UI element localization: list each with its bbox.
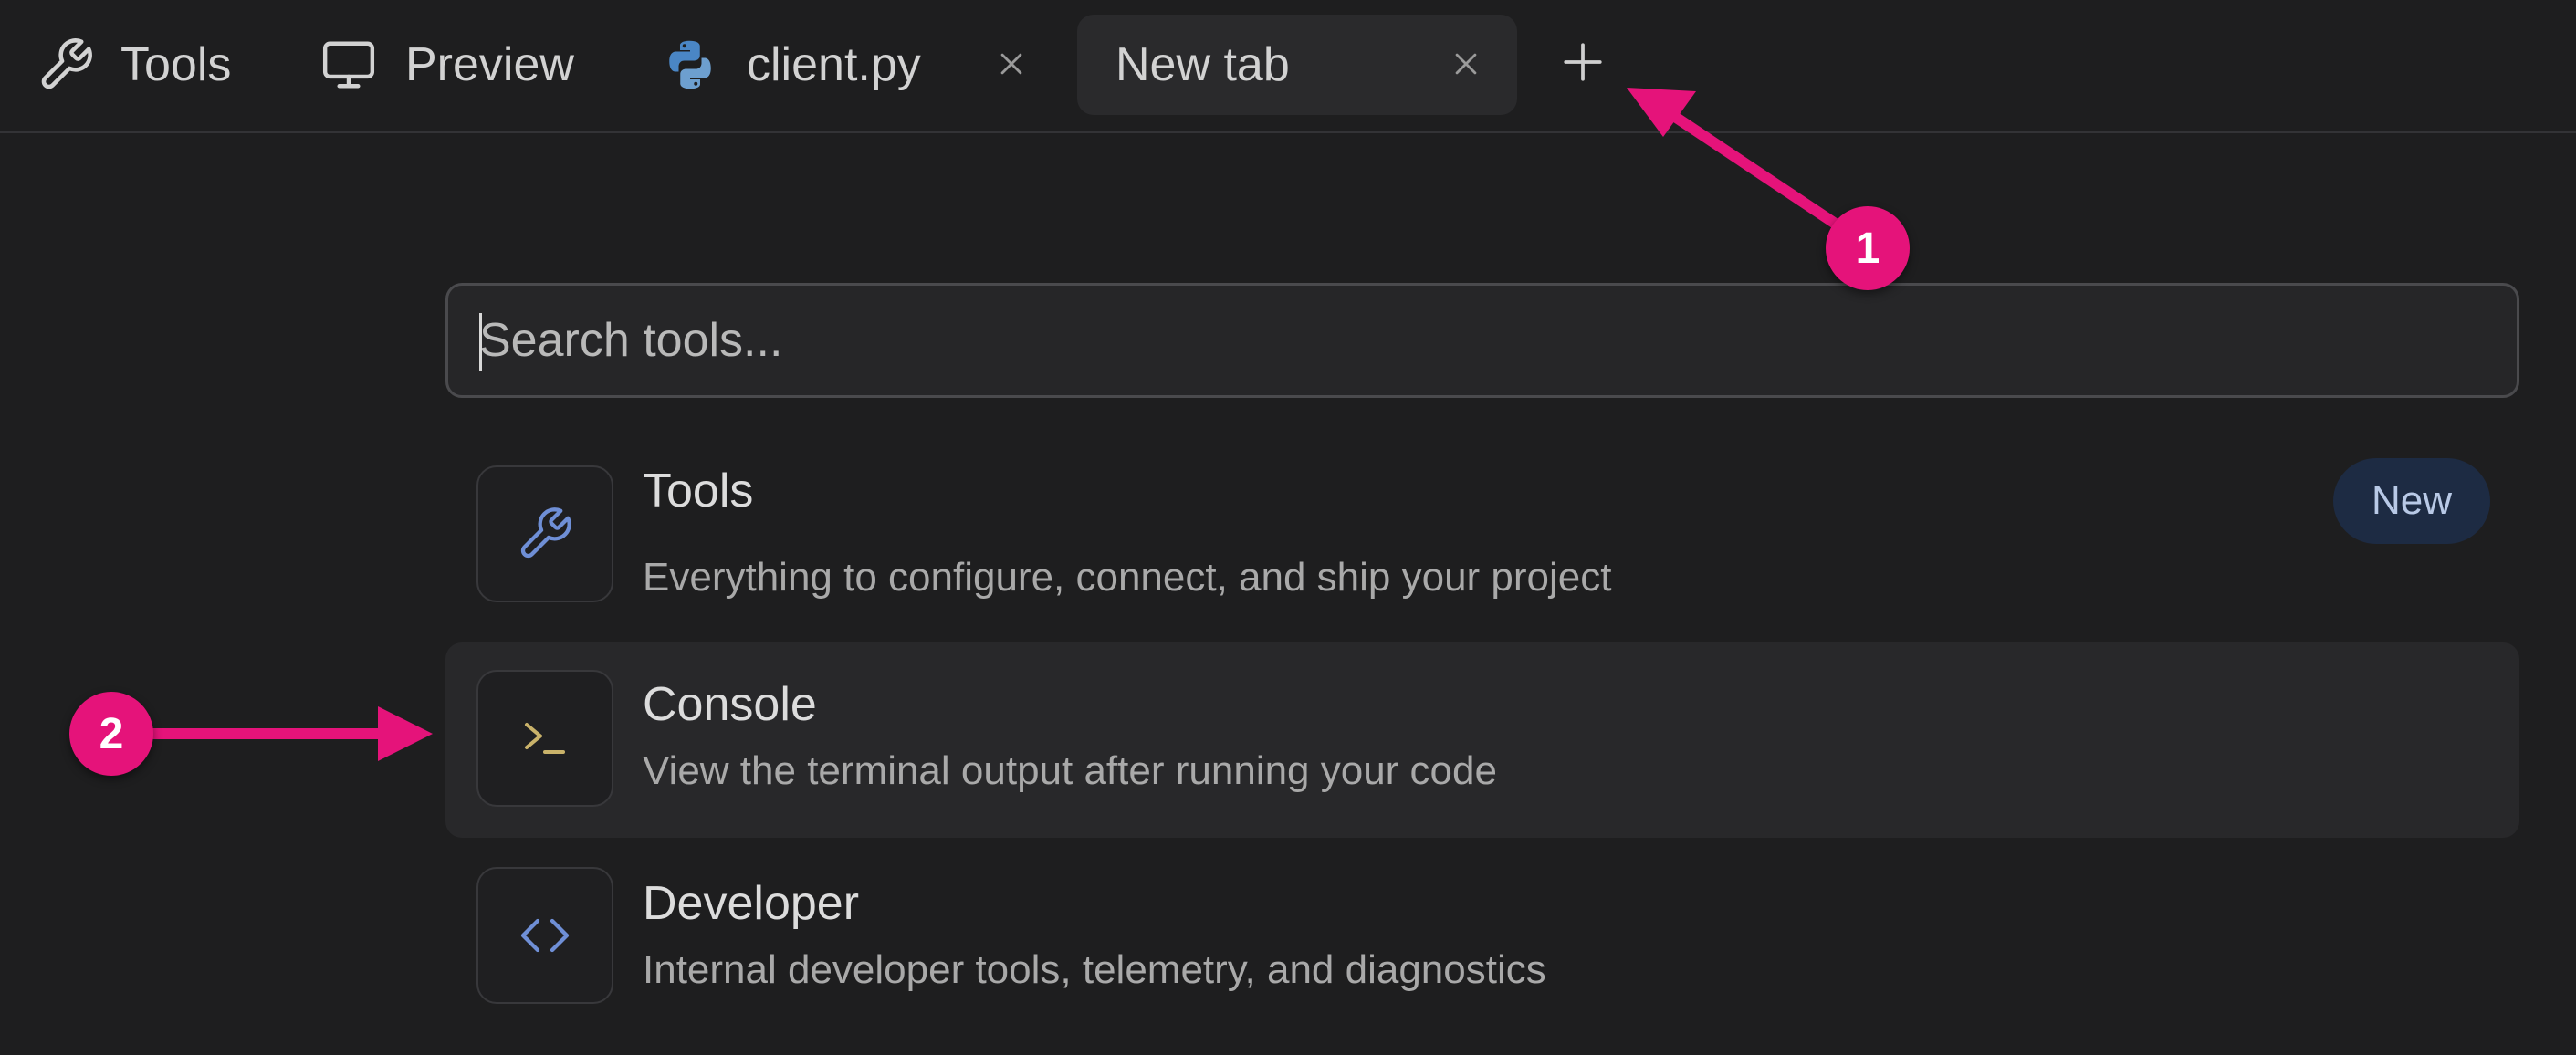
list-item-console[interactable]: Console View the terminal output after r… bbox=[445, 642, 2519, 838]
search-input[interactable] bbox=[448, 286, 2517, 395]
search-box bbox=[445, 283, 2519, 398]
tab-bar: Tools Preview client.py New tab bbox=[0, 0, 2576, 133]
tab-tools[interactable]: Tools bbox=[37, 15, 231, 115]
tab-client-py[interactable]: client.py bbox=[661, 15, 921, 115]
close-icon bbox=[1455, 53, 1477, 75]
tab-new-tab-label: New tab bbox=[1115, 38, 1290, 91]
terminal-icon bbox=[525, 723, 565, 754]
developer-icon-box bbox=[476, 867, 613, 1004]
code-icon bbox=[520, 918, 570, 953]
item-title: Developer bbox=[643, 877, 860, 930]
tab-client-py-label: client.py bbox=[747, 38, 921, 91]
python-icon bbox=[661, 36, 719, 94]
tab-preview[interactable]: Preview bbox=[318, 15, 574, 115]
tab-tools-label: Tools bbox=[120, 38, 232, 91]
new-badge: New bbox=[2333, 458, 2490, 544]
arrow-2-head bbox=[378, 706, 433, 761]
wrench-icon bbox=[520, 507, 571, 559]
item-title: Tools bbox=[643, 465, 754, 517]
list-item-tools[interactable]: Tools Everything to configure, connect, … bbox=[445, 447, 2519, 642]
console-icon-box bbox=[476, 670, 613, 807]
tab-preview-label: Preview bbox=[405, 38, 574, 91]
item-description: Internal developer tools, telemetry, and… bbox=[643, 947, 1546, 992]
item-description: View the terminal output after running y… bbox=[643, 748, 1497, 793]
annotation-marker-2: 2 bbox=[69, 692, 153, 776]
wrench-icon bbox=[37, 36, 95, 94]
close-tab-new-tab[interactable] bbox=[1446, 38, 1486, 89]
tools-icon-box bbox=[476, 465, 613, 602]
close-icon bbox=[1000, 53, 1022, 75]
plus-icon bbox=[1564, 43, 1602, 81]
monitor-icon bbox=[318, 36, 380, 94]
annotation-marker-1: 1 bbox=[1826, 206, 1910, 290]
item-title: Console bbox=[643, 678, 817, 731]
close-tab-client-py[interactable] bbox=[991, 38, 1031, 89]
list-item-developer[interactable]: Developer Internal developer tools, tele… bbox=[445, 840, 2519, 1035]
text-caret bbox=[479, 313, 482, 371]
item-description: Everything to configure, connect, and sh… bbox=[643, 555, 1612, 600]
add-tab-button[interactable] bbox=[1557, 37, 1608, 88]
